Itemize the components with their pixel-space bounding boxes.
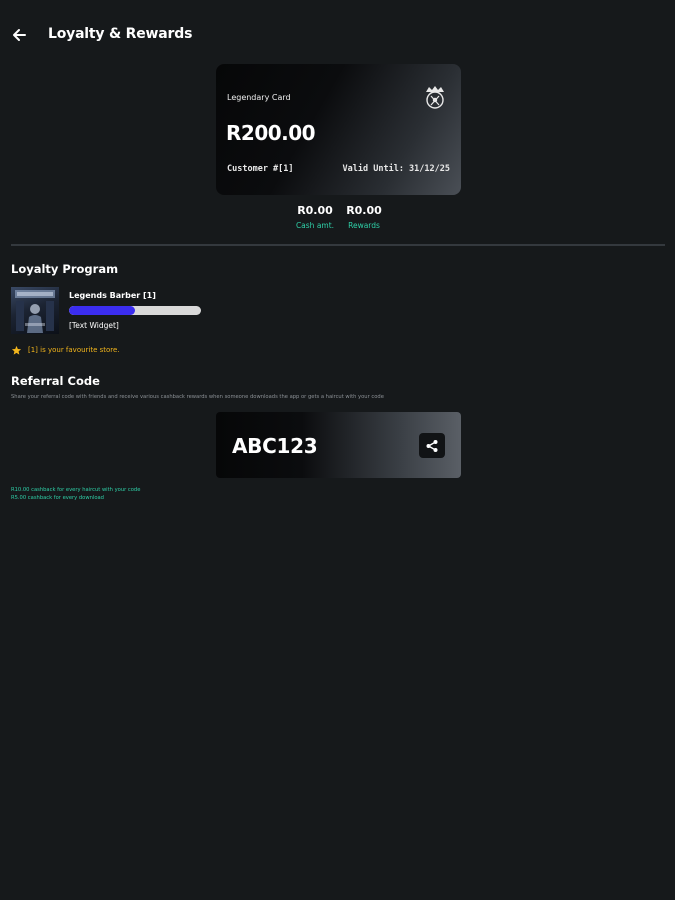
star-icon [11,345,22,355]
favourite-store-text: [1] is your favourite store. [28,346,120,354]
share-button[interactable] [419,433,445,458]
rewards-amount-value: R0.00 [346,204,382,217]
loyalty-card[interactable]: Legendary Card R200.00 Customer #[1] Val… [216,64,461,195]
app-bar: Loyalty & Rewards [0,0,675,70]
cash-amount: R0.00 Cash amt. [292,204,338,230]
customer-number: Customer #[1] [227,164,294,174]
balances-row: R0.00 Cash amt. R0.00 Rewards [0,204,675,234]
referral-code-box[interactable]: ABC123 [216,412,461,478]
text-widget: [Text Widget] [69,321,119,330]
loyalty-progress-fill [69,306,135,315]
card-name: Legendary Card [227,93,291,102]
referral-description: Share your referral code with friends an… [11,394,384,400]
loyalty-progress-bar [69,306,201,315]
referral-code: ABC123 [232,434,318,458]
cashback-download-text: R5.00 cashback for every download [11,495,104,501]
cash-amount-value: R0.00 [297,204,333,217]
cashback-haircut-text: R10.00 cashback for every haircut with y… [11,487,141,493]
back-button[interactable] [8,24,30,46]
section-divider [11,244,665,246]
rewards-amount-label: Rewards [348,221,380,230]
page-title: Loyalty & Rewards [48,26,193,42]
referral-code-title: Referral Code [11,374,100,388]
loyalty-program-title: Loyalty Program [11,262,119,276]
card-balance: R200.00 [226,121,316,145]
cash-amount-label: Cash amt. [295,221,335,230]
share-icon [426,440,438,452]
loyalty-rewards-screen: Loyalty & Rewards Legendary Card R200.00… [0,0,675,900]
store-image[interactable] [11,287,59,334]
barber-logo-icon [423,84,447,110]
valid-until: Valid Until: 31/12/25 [342,164,450,174]
arrow-left-icon [13,29,26,41]
rewards-amount: R0.00 Rewards [343,204,385,230]
store-name: Legends Barber [1] [69,291,156,300]
